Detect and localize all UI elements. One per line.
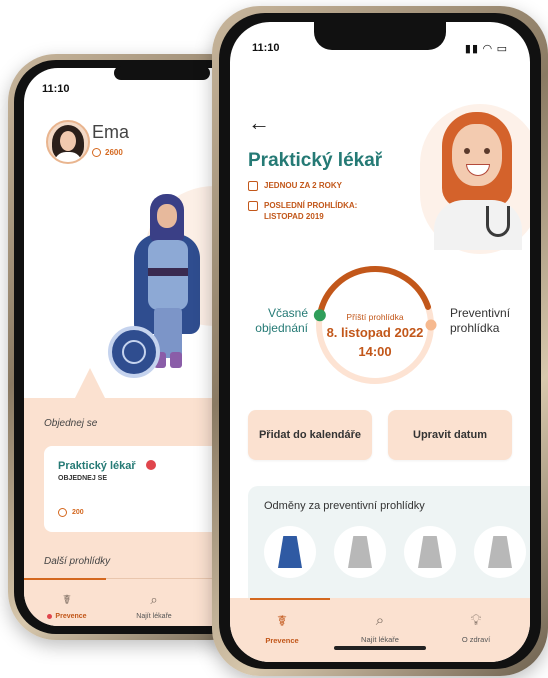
search-icon: ⌕ (150, 592, 158, 607)
hero-badge-icon[interactable] (108, 326, 160, 378)
ring-right-label-line2: prohlídka (450, 321, 500, 335)
lightbulb-icon: 💡︎ (470, 612, 482, 629)
coin-icon (58, 508, 67, 517)
user-name: Ema (92, 122, 130, 142)
reward-item[interactable] (474, 526, 526, 578)
next-visit-date: 8. listopad 2022 (326, 325, 424, 340)
doctor-card-coin-count: 200 (72, 509, 84, 516)
tab-najit-lekare[interactable]: ⌕ Najít lékaře (124, 592, 184, 620)
edit-date-button[interactable]: Upravit datum (388, 410, 512, 460)
active-tab-indicator (24, 578, 106, 580)
tab-label: Prevence (265, 636, 299, 645)
reward-item[interactable] (334, 526, 386, 578)
search-icon: ⌕ (375, 612, 385, 629)
add-to-calendar-button[interactable]: Přidat do kalendáře (248, 410, 372, 460)
frequency-row: JEDNOU ZA 2 ROKY (248, 180, 342, 191)
stethoscope-icon: ☤ (276, 613, 288, 630)
back-arrow-icon[interactable]: ← (248, 112, 270, 134)
tab-prevence[interactable]: ☤ Prevence (42, 592, 92, 620)
active-tab-indicator (250, 598, 330, 600)
tab-najit-lekare[interactable]: ⌕ Najít lékaře (340, 612, 420, 644)
tab-label: Najít lékaře (136, 613, 172, 620)
tab-label: Najít lékaře (361, 635, 399, 644)
rewards-title: Odměny za preventivní prohlídky (264, 500, 425, 512)
tab-label: Prevence (55, 613, 87, 620)
notch (314, 22, 446, 50)
tab-prevence[interactable]: ☤ Prevence (242, 612, 322, 645)
skirt-blue-icon (278, 536, 302, 568)
coin-balance: 2600 (92, 148, 123, 157)
frequency-text: JEDNOU ZA 2 ROKY (264, 181, 342, 190)
ring-left-label-line1: Včasné (267, 306, 308, 320)
next-visit-time: 14:00 (358, 344, 392, 359)
tab-label: O zdraví (461, 635, 491, 644)
front-phone: 11:10 ▮▮ ◠ ▭ ← Praktický lékař JEDNOU ZA… (212, 6, 548, 676)
stethoscope-icon: ☤ (62, 592, 72, 607)
skirt-gray-icon (488, 536, 512, 568)
status-time: 11:10 (42, 83, 70, 95)
notch (114, 66, 210, 80)
page-title: Praktický lékař (248, 150, 383, 171)
last-visit-label: POSLEDNÍ PROHLÍDKA: (264, 201, 358, 210)
last-visit-date: LISTOPAD 2019 (264, 212, 324, 221)
status-icons: ▮▮ ◠ ▭ (464, 43, 508, 55)
front-phone-screen: 11:10 ▮▮ ◠ ▭ ← Praktický lékař JEDNOU ZA… (230, 22, 530, 662)
skirt-gray-icon (348, 536, 372, 568)
doctor-card-subtitle: OBJEDNEJ SE (58, 475, 108, 482)
status-time: 11:10 (252, 42, 280, 54)
tab-o-zdravi[interactable]: 💡︎ O zdraví (436, 612, 516, 644)
ring-right-label: Preventivní prohlídka (450, 306, 526, 336)
avatar[interactable] (46, 120, 90, 164)
ring-left-label: Včasné objednání (242, 306, 308, 336)
doctor-illustration (430, 106, 526, 250)
coin-icon (92, 148, 101, 157)
home-indicator[interactable] (334, 646, 426, 650)
calendar-icon (248, 201, 258, 211)
calendar-icon (248, 181, 258, 191)
section-title-book: Objednej se (44, 418, 98, 429)
next-visit-caption: Příští prohlídka (346, 312, 404, 322)
reward-item[interactable] (264, 526, 316, 578)
ring-right-label-line1: Preventivní (450, 306, 511, 320)
alert-dot-icon (47, 613, 53, 619)
reward-item[interactable] (404, 526, 456, 578)
skirt-gray-icon (418, 536, 442, 568)
alert-dot-icon (146, 460, 156, 470)
doctor-card-reward: 200 (58, 508, 84, 517)
section-title-next: Další prohlídky (44, 556, 111, 567)
ring-left-label-line2: objednání (255, 321, 308, 335)
doctor-card-title: Praktický lékař (58, 460, 136, 472)
coin-count: 2600 (105, 148, 123, 157)
last-visit-row: POSLEDNÍ PROHLÍDKA: LISTOPAD 2019 (248, 200, 357, 222)
